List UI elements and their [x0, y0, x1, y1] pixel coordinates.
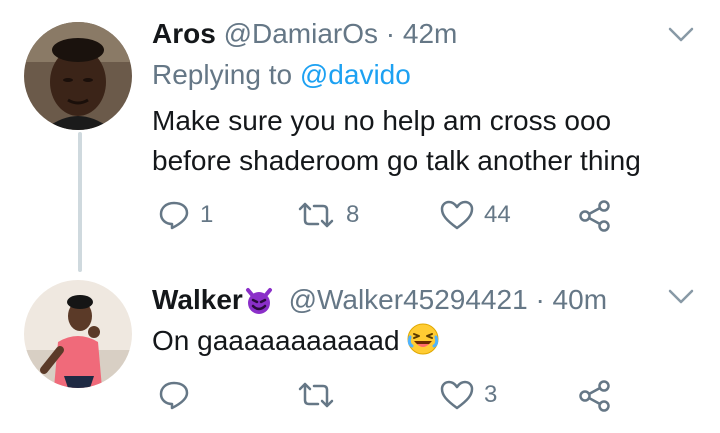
share-icon [579, 200, 610, 232]
tweet-text-content: On gaaaaaaaaaaad [152, 325, 400, 356]
reply-count: 1 [200, 201, 214, 228]
reply-icon [159, 201, 189, 230]
devil-emoji-icon [245, 288, 272, 314]
replying-prefix: Replying to [152, 59, 293, 90]
avatar-walker[interactable] [24, 280, 132, 388]
tweet-text: On gaaaaaaaaaaad [152, 322, 440, 360]
like-icon [440, 380, 474, 410]
thread-line [78, 132, 82, 272]
user-handle[interactable]: @Walker45294421 [289, 284, 528, 315]
display-name[interactable]: Aros [152, 18, 216, 49]
share-button[interactable] [578, 200, 612, 232]
chevron-down-icon[interactable] [668, 26, 694, 44]
avatar-aros[interactable] [24, 22, 132, 130]
tweet-header: Aros @DamiarOs · 42m [152, 17, 457, 51]
like-count: 3 [484, 381, 498, 408]
chevron-down-icon[interactable] [668, 288, 694, 306]
reply-icon [159, 381, 189, 410]
replying-to: Replying to @davido [152, 58, 411, 92]
mention-link[interactable]: @davido [300, 59, 411, 90]
timestamp[interactable]: 40m [553, 284, 607, 315]
tweet-header: Walker @Walker45294421 · 40m [152, 283, 607, 317]
like-icon [440, 200, 474, 230]
laughing-emoji-icon [407, 323, 439, 355]
retweet-button[interactable]: 8 [296, 200, 359, 230]
retweet-icon [298, 382, 334, 408]
display-name[interactable]: Walker [152, 284, 243, 315]
tweet-text-line-1: Make sure you no help am cross ooo [152, 105, 612, 136]
retweet-count: 8 [346, 201, 360, 228]
retweet-button[interactable] [296, 380, 346, 410]
share-icon [579, 380, 610, 412]
separator: · [535, 284, 545, 315]
like-button[interactable]: 44 [440, 200, 511, 230]
user-handle[interactable]: @DamiarOs [224, 18, 378, 49]
reply-button[interactable] [158, 380, 200, 410]
reply-button[interactable]: 1 [158, 200, 213, 230]
tweet-text-line-2: before shaderoom go talk another thing [152, 145, 641, 176]
like-count: 44 [484, 201, 511, 228]
share-button[interactable] [578, 380, 612, 412]
retweet-icon [298, 202, 334, 228]
like-button[interactable]: 3 [440, 380, 497, 410]
timestamp[interactable]: 42m [403, 18, 457, 49]
separator: · [385, 18, 396, 49]
